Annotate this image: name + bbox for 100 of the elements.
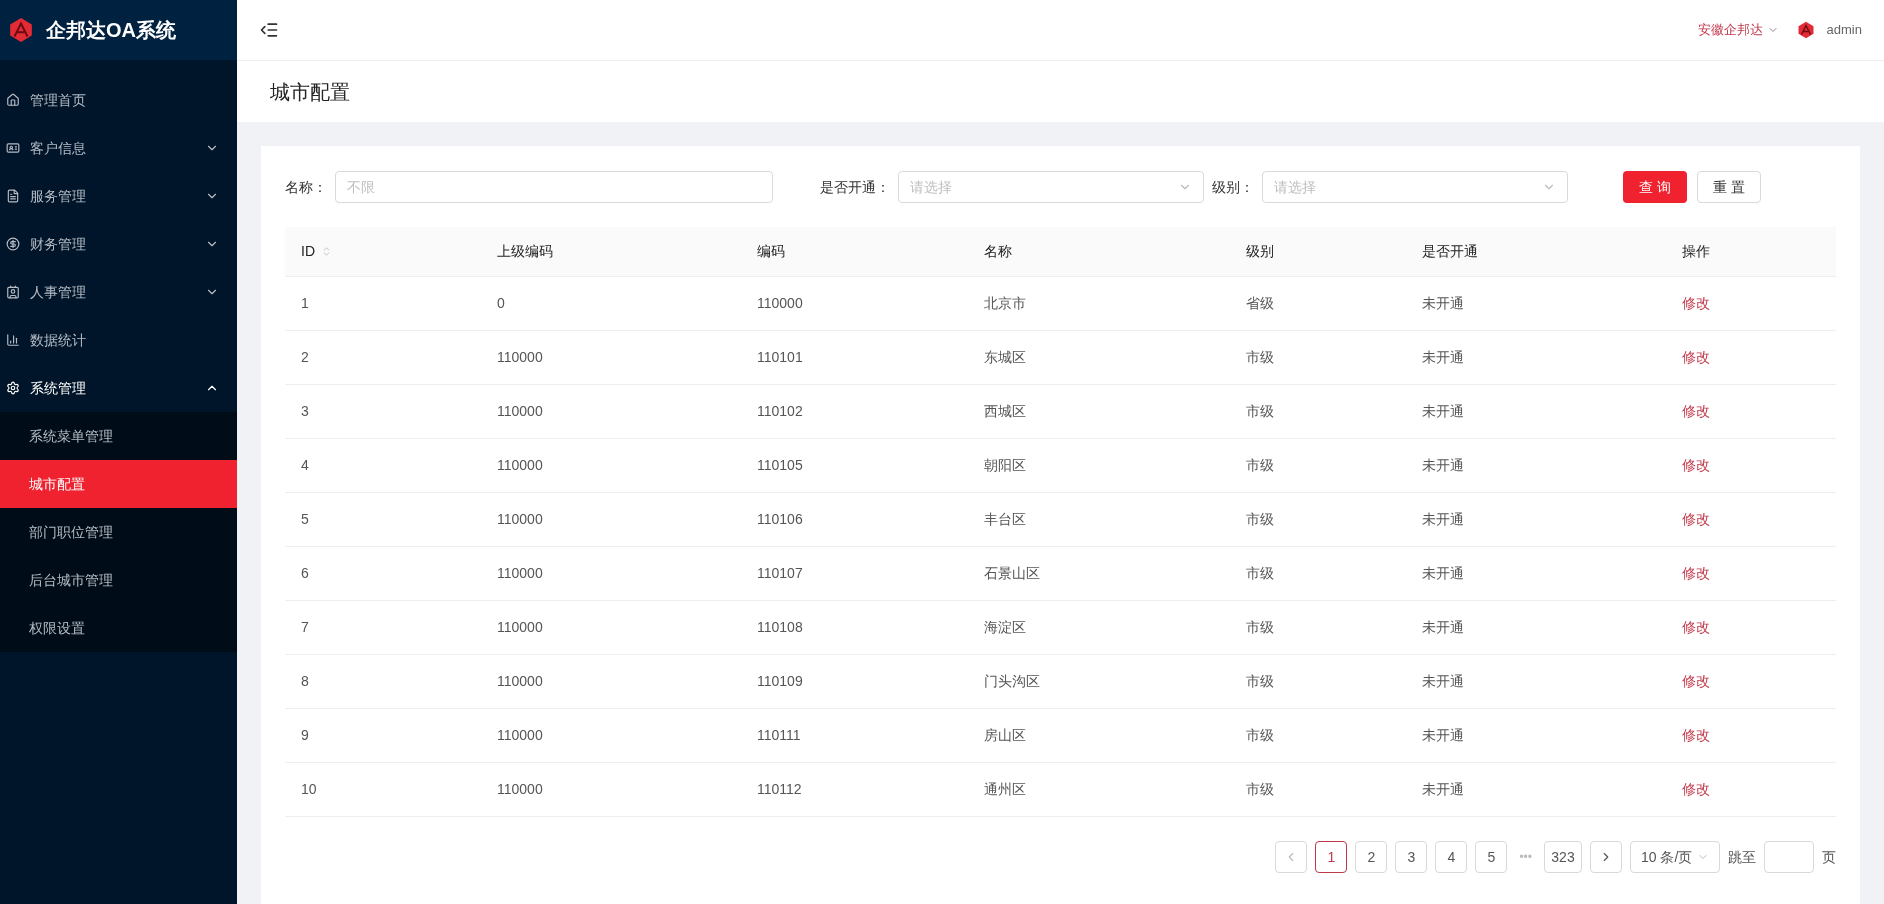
- table-cell: 市级: [1246, 727, 1274, 743]
- table-cell: 5: [301, 511, 309, 527]
- filter-label: 是否开通：: [820, 177, 890, 197]
- menu-item[interactable]: 人事管理: [0, 268, 237, 316]
- submenu-item[interactable]: 部门职位管理: [0, 508, 237, 556]
- table-cell: 110101: [757, 349, 803, 365]
- reset-button[interactable]: 重 置: [1696, 171, 1761, 203]
- user-name[interactable]: admin: [1826, 20, 1862, 40]
- settings-icon: [6, 381, 20, 395]
- table-cell: 110112: [757, 781, 802, 797]
- card-icon: [6, 141, 20, 155]
- table-cell: 北京市: [984, 295, 1026, 311]
- table-cell: 110000: [497, 403, 543, 419]
- table-cell: 市级: [1246, 403, 1274, 419]
- table-cell: 10: [301, 781, 317, 797]
- search-button[interactable]: 查 询: [1623, 171, 1687, 203]
- table-cell: 市级: [1246, 511, 1274, 527]
- company-dropdown[interactable]: 安徽企邦达: [1697, 20, 1779, 40]
- next-page-button[interactable]: [1590, 841, 1622, 873]
- table-cell: 110105: [757, 457, 803, 473]
- menu-item[interactable]: 客户信息: [0, 124, 237, 172]
- table-cell: 未开通: [1422, 511, 1464, 527]
- edit-link[interactable]: 修改: [1682, 457, 1710, 473]
- id-card-icon: [6, 285, 20, 299]
- submenu-item[interactable]: 权限设置: [0, 604, 237, 652]
- submenu-item[interactable]: 系统菜单管理: [0, 412, 237, 460]
- page-jump-input[interactable]: [1764, 841, 1814, 873]
- edit-link[interactable]: 修改: [1682, 295, 1710, 311]
- sort-icon[interactable]: [321, 246, 332, 257]
- table-cell: 市级: [1246, 781, 1274, 797]
- table-cell: 0: [497, 295, 505, 311]
- table-cell: 2: [301, 349, 309, 365]
- table-cell: 未开通: [1422, 781, 1464, 797]
- name-input[interactable]: 不限: [335, 171, 773, 203]
- table-cell: 门头沟区: [984, 673, 1040, 689]
- menu-item[interactable]: 系统管理: [0, 364, 237, 412]
- column-header: ID: [301, 242, 315, 261]
- document-icon: [6, 189, 20, 203]
- table-cell: 110000: [497, 727, 543, 743]
- table-cell: 未开通: [1422, 457, 1464, 473]
- table-cell: 通州区: [984, 781, 1026, 797]
- menu-toggle-icon[interactable]: [259, 20, 279, 40]
- table-cell: 110109: [757, 673, 803, 689]
- table-cell: 3: [301, 403, 309, 419]
- edit-link[interactable]: 修改: [1682, 619, 1710, 635]
- edit-link[interactable]: 修改: [1682, 349, 1710, 365]
- avatar-icon: [1796, 21, 1815, 39]
- table-cell: 1: [301, 295, 309, 311]
- table-cell: 110000: [497, 565, 543, 581]
- menu-item[interactable]: 财务管理: [0, 220, 237, 268]
- table-cell: 房山区: [984, 727, 1026, 743]
- table-cell: 110107: [757, 565, 803, 581]
- table-cell: 9: [301, 727, 309, 743]
- table-cell: 110000: [497, 349, 543, 365]
- edit-link[interactable]: 修改: [1682, 781, 1710, 797]
- edit-link[interactable]: 修改: [1682, 565, 1710, 581]
- page-button[interactable]: 1: [1315, 841, 1348, 873]
- menu-item[interactable]: 服务管理: [0, 172, 237, 220]
- edit-link[interactable]: 修改: [1682, 727, 1710, 743]
- app-title: 企邦达OA系统: [46, 18, 176, 43]
- table-cell: 市级: [1246, 619, 1274, 635]
- home-icon: [6, 93, 20, 107]
- page-button[interactable]: 323: [1544, 841, 1582, 873]
- table-cell: 市级: [1246, 565, 1274, 581]
- table-cell: 市级: [1246, 457, 1274, 473]
- column-header: 操作: [1682, 242, 1710, 261]
- table-cell: 110000: [497, 511, 543, 527]
- page-button[interactable]: 4: [1435, 841, 1468, 873]
- menu-item[interactable]: 数据统计: [0, 316, 237, 364]
- filter-label: 名称：: [285, 177, 327, 197]
- coin-icon: [6, 237, 20, 251]
- table-cell: 朝阳区: [984, 457, 1026, 473]
- table-cell: 丰台区: [984, 511, 1026, 527]
- table-cell: 110106: [757, 511, 803, 527]
- table-cell: 未开通: [1422, 403, 1464, 419]
- table-cell: 8: [301, 673, 309, 689]
- table-cell: 110111: [757, 727, 801, 743]
- page-button[interactable]: 5: [1475, 841, 1508, 873]
- table-cell: 110000: [497, 673, 543, 689]
- menu-item[interactable]: 管理首页: [0, 76, 237, 124]
- logo-icon: [8, 17, 34, 43]
- edit-link[interactable]: 修改: [1682, 511, 1710, 527]
- table-cell: 海淀区: [984, 619, 1026, 635]
- page-size-select[interactable]: 10 条/页: [1630, 841, 1720, 873]
- table-cell: 东城区: [984, 349, 1026, 365]
- page-title: 城市配置: [270, 79, 350, 105]
- filter-label: 级别：: [1212, 177, 1254, 197]
- table-cell: 市级: [1246, 673, 1274, 689]
- table-cell: 未开通: [1422, 619, 1464, 635]
- table-cell: 110000: [497, 457, 543, 473]
- page-button[interactable]: 3: [1395, 841, 1428, 873]
- table-cell: 石景山区: [984, 565, 1040, 581]
- previous-page-button[interactable]: [1275, 841, 1308, 873]
- submenu-item[interactable]: 后台城市管理: [0, 556, 237, 604]
- page-button[interactable]: 2: [1355, 841, 1388, 873]
- submenu-item[interactable]: 城市配置: [0, 460, 237, 508]
- edit-link[interactable]: 修改: [1682, 403, 1710, 419]
- edit-link[interactable]: 修改: [1682, 673, 1710, 689]
- bar-chart-icon: [6, 333, 20, 347]
- table-cell: 6: [301, 565, 309, 581]
